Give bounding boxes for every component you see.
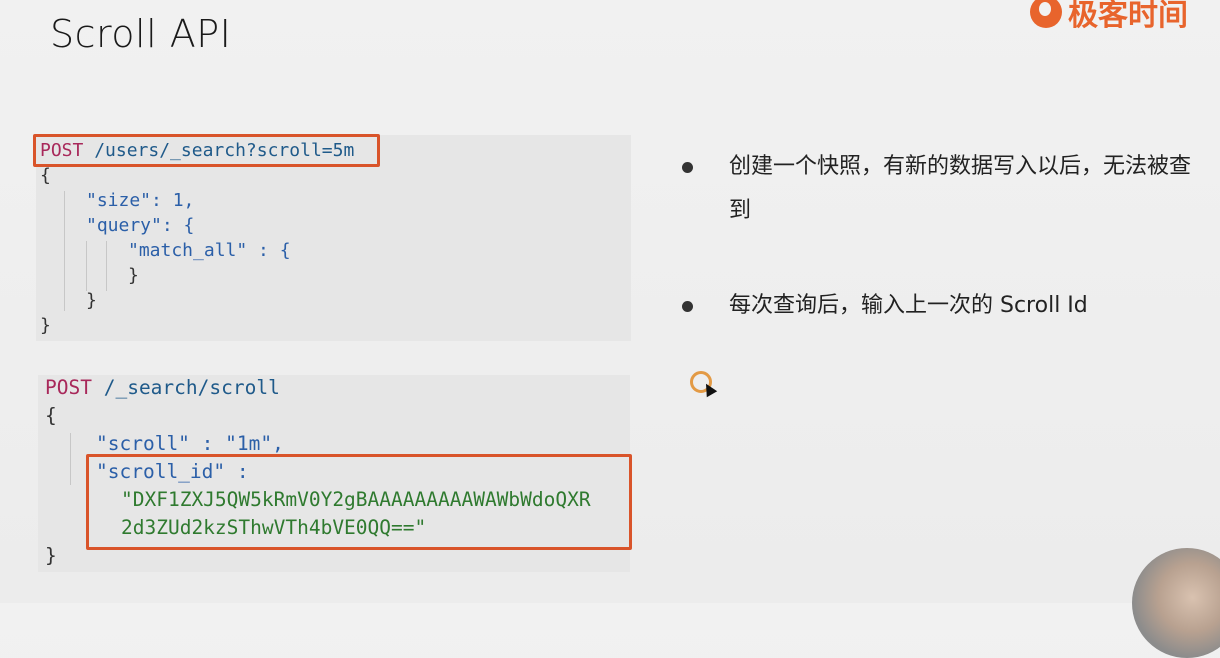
code-line: } <box>86 290 97 311</box>
indent-guide <box>64 191 65 311</box>
highlight-box-scroll-id <box>86 454 632 550</box>
code-line: } <box>40 315 51 336</box>
indent-guide <box>106 241 107 291</box>
logo-icon <box>1030 0 1062 28</box>
presenter-avatar <box>1132 548 1220 658</box>
code-line: "match_all" : { <box>128 240 291 261</box>
highlight-box-request <box>33 134 380 167</box>
code-line: } <box>128 265 139 286</box>
code-line: { <box>45 404 57 427</box>
http-method: POST <box>45 376 92 399</box>
indent-guide <box>70 433 71 485</box>
code-line: { <box>40 165 51 186</box>
bullet-text: 创建一个快照，有新的数据写入以后，无法被查到 <box>729 154 1192 223</box>
indent-guide <box>86 241 87 291</box>
bullet-dot-icon <box>682 162 693 173</box>
code-line-request: POST /_search/scroll <box>45 375 280 401</box>
logo-text: 极客时间 <box>1068 0 1188 33</box>
brand-logo: 极客时间 <box>1030 0 1188 33</box>
code-line: } <box>45 544 57 567</box>
slide-title: Scroll API <box>50 12 232 56</box>
code-line: "query": { <box>86 215 195 236</box>
bullet-text: 每次查询后，输入上一次的 Scroll Id <box>729 293 1088 318</box>
code-line: "size": 1, <box>86 190 195 211</box>
request-path: /_search/scroll <box>103 376 280 399</box>
bullet-dot-icon <box>682 301 693 312</box>
